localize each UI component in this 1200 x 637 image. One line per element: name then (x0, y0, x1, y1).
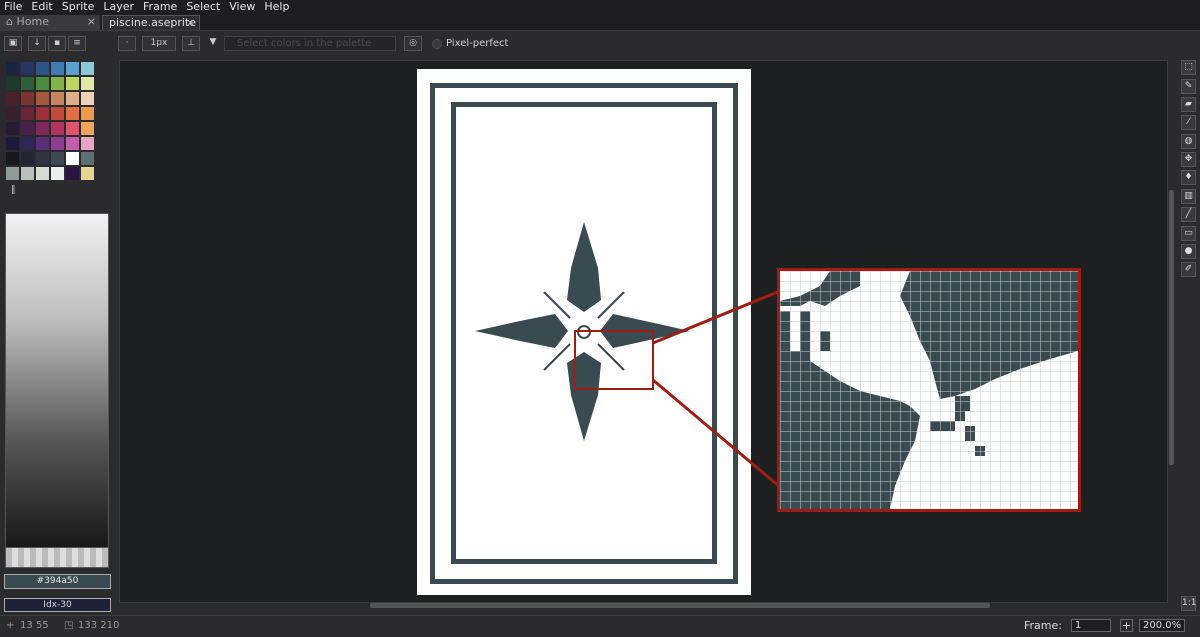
zoom-level-field[interactable]: 200.0% (1139, 619, 1185, 632)
blur-icon[interactable]: ● (1181, 244, 1196, 259)
tools-panel: ⬚ ✎ ▰ ⁄ ◍ ✥ ♦ ▥ ╱ ▭ ● ✐ 1:1 (1178, 59, 1200, 615)
selection-rectangle[interactable] (574, 330, 654, 390)
zoom-icon[interactable]: ◍ (1181, 134, 1196, 149)
zoom-inset (777, 268, 1081, 512)
star-diagonal-ne (597, 291, 625, 319)
rectangle-icon[interactable]: ▭ (1181, 226, 1196, 241)
star-diagonal-sw (543, 343, 571, 371)
fill-icon[interactable]: ♦ (1181, 170, 1196, 185)
star-top-spike (567, 222, 601, 312)
line-icon[interactable]: ╱ (1181, 207, 1196, 222)
move-icon[interactable]: ✥ (1181, 152, 1196, 167)
pencil-icon[interactable]: ✎ (1181, 79, 1196, 94)
selection-size-icon: ◳ (64, 620, 74, 631)
star-diagonal-nw (543, 291, 571, 319)
add-frame-button[interactable]: + (1120, 619, 1133, 632)
cursor-icon: + (6, 620, 15, 631)
eraser-icon[interactable]: ▰ (1181, 97, 1196, 112)
horizontal-scrollbar[interactable] (370, 603, 990, 608)
frame-label: Frame: (1024, 619, 1062, 632)
zoom-connector-top (652, 289, 781, 345)
actual-size-icon[interactable]: 1:1 (1181, 596, 1196, 611)
zoom-pixel-grid (780, 271, 1078, 509)
sprite-size: 133 210 (78, 620, 120, 631)
zoom-connector-bottom (652, 378, 781, 489)
gradient-icon[interactable]: ▥ (1181, 189, 1196, 204)
star-left-spike (475, 314, 568, 348)
frame-input[interactable]: 1 (1071, 619, 1111, 632)
eyedropper-icon[interactable]: ⁄ (1181, 115, 1196, 130)
status-bar: + 13 55 ◳ 133 210 Frame: 1 + 200.0% (0, 615, 1200, 637)
smudge-icon[interactable]: ✐ (1181, 262, 1196, 277)
vertical-scrollbar[interactable] (1169, 190, 1174, 465)
marquee-icon[interactable]: ⬚ (1181, 60, 1196, 75)
cursor-position: 13 55 (20, 620, 49, 631)
